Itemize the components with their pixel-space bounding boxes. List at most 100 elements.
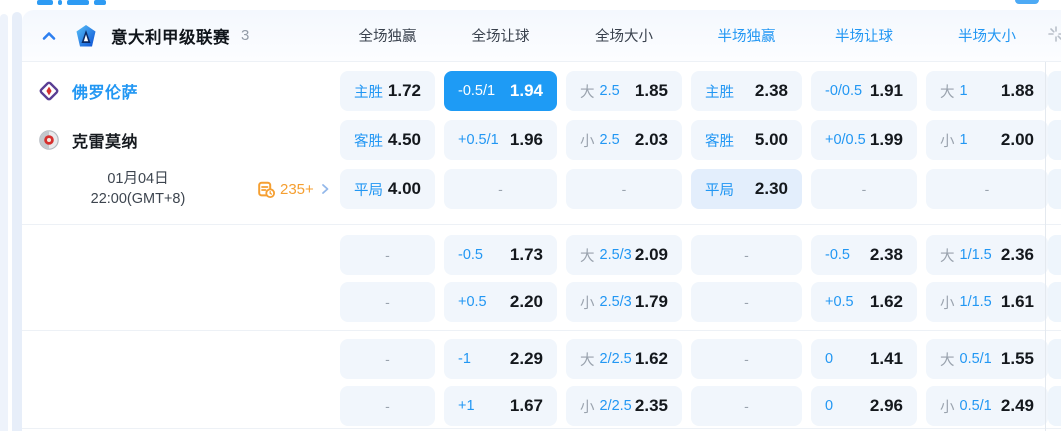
odds-cell[interactable]: +1 1.67	[444, 386, 557, 426]
odds-value: 1.55	[1000, 349, 1034, 368]
odds-cell[interactable]: 主胜 2.38	[691, 71, 802, 111]
clipped-tab-underline	[1015, 0, 1039, 4]
partial-odds-cell[interactable]	[1048, 386, 1061, 426]
cremonese-badge-icon	[39, 130, 59, 150]
section-divider	[22, 428, 1061, 429]
ou-label: 大 2.5	[580, 81, 620, 102]
partial-settings-icon[interactable]	[1048, 26, 1061, 42]
dash-placeholder: -	[385, 398, 390, 414]
odds-board-card: 意大利甲级联赛 3 全场独赢 全场让球 全场大小 半场独赢 半场让球 半场大小	[22, 10, 1061, 431]
odds-value: 1.73	[509, 245, 543, 264]
odds-value: 2.09	[634, 245, 668, 264]
odds-value: 1.99	[869, 130, 903, 149]
odds-row-alt: - -1 2.29 大 2/2.5 1.62-0 1.41 大 0.5/1 1.55	[22, 339, 1061, 379]
ou-direction-label: 大	[940, 84, 955, 101]
partial-odds-cell[interactable]	[1048, 282, 1061, 322]
ou-direction-label: 小	[940, 399, 955, 416]
odds-cell[interactable]: 主胜 1.72	[340, 71, 435, 111]
markets-count: 235+	[280, 180, 314, 198]
alt-lines-block-1: - -0.5 1.73 大 2.5/3 2.09- -0.5 2.38 大 1/1.5 2.36 -…	[22, 225, 1061, 330]
odds-row-alt: - +1 1.67 小 2/2.5 2.35 - 0 2.96 小 0.5/1 2.49	[22, 386, 1061, 426]
ou-direction-label: 小	[580, 399, 595, 416]
odds-cell[interactable]: 大 2.5 1.85	[566, 71, 682, 111]
odds-value: 2.30	[754, 179, 788, 198]
partial-odds-cell[interactable]	[1048, 235, 1061, 275]
clipped-tab-text	[37, 0, 106, 7]
column-divider	[1045, 62, 1046, 431]
team-name-home: 佛罗伦萨	[72, 85, 139, 102]
odds-cell[interactable]: 0 1.41	[811, 339, 917, 379]
odds-value: 1.88	[1000, 81, 1034, 100]
odds-cell[interactable]: +0.5/1 1.96	[444, 120, 557, 160]
odds-value: 2.29	[509, 349, 543, 368]
ou-label: 大 0.5/1	[940, 349, 992, 370]
odds-cell[interactable]: 小 1 2.00	[926, 120, 1048, 160]
odds-cell-empty: -	[340, 282, 435, 322]
more-markets-button[interactable]: 235+	[258, 181, 331, 198]
odds-cell[interactable]: 小 0.5/1 2.49	[926, 386, 1048, 426]
markets-icon	[258, 181, 275, 198]
dash-placeholder: -	[744, 398, 749, 414]
odds-cell[interactable]: 小 2/2.5 2.35	[566, 386, 682, 426]
column-header-ht-1x2: 半场独赢	[717, 29, 776, 45]
odds-cell[interactable]: 大 2.5/3 2.09	[566, 235, 682, 275]
dash-placeholder: -	[385, 294, 390, 310]
odds-value: 1.61	[1000, 292, 1034, 311]
odds-value: 2.38	[754, 81, 788, 100]
odds-value: 1.79	[634, 292, 668, 311]
odds-cell[interactable]: 大 0.5/1 1.55	[926, 339, 1048, 379]
odds-value: 2.36	[1000, 245, 1034, 264]
odds-cell[interactable]: 小 1/1.5 1.61	[926, 282, 1048, 322]
match-date-day: 01月04日	[107, 171, 169, 187]
odds-value: 5.00	[754, 130, 788, 149]
partial-odds-cell[interactable]	[1048, 71, 1061, 111]
odds-cell[interactable]: 小 2.5/3 1.79	[566, 282, 682, 322]
odds-cell-selected[interactable]: -0.5/1 1.94	[444, 71, 557, 111]
ou-direction-label: 小	[940, 133, 955, 150]
selection-label: +0.5	[825, 294, 854, 310]
serie-a-logo-icon	[76, 24, 96, 46]
odds-cell[interactable]: -0.5 2.38	[811, 235, 917, 275]
scroll-track[interactable]	[12, 12, 22, 431]
odds-cell[interactable]: 大 2/2.5 1.62	[566, 339, 682, 379]
selection-label: 平局	[354, 182, 383, 199]
dash-placeholder: -	[385, 351, 390, 367]
ou-direction-label: 大	[580, 84, 595, 101]
odds-value: 2.38	[869, 245, 903, 264]
odds-cell[interactable]: +0.5 2.20	[444, 282, 557, 322]
odds-cell[interactable]: 0 2.96	[811, 386, 917, 426]
odds-cell[interactable]: 大 1/1.5 2.36	[926, 235, 1048, 275]
ou-label: 大 2/2.5	[580, 349, 632, 370]
ou-line-value: 2.5/3	[599, 294, 632, 310]
league-name: 意大利甲级联赛	[111, 28, 230, 47]
odds-cell[interactable]: 客胜 4.50	[340, 120, 435, 160]
chevron-up-icon[interactable]	[40, 27, 58, 45]
odds-cell[interactable]: 平局 4.00	[340, 169, 435, 209]
odds-value: 1.41	[869, 349, 903, 368]
ou-label: 小1	[940, 130, 968, 151]
selection-label: +0.5/1	[458, 132, 499, 148]
odds-cell[interactable]: -0.5 1.73	[444, 235, 557, 275]
odds-cell[interactable]: 小 2.5 2.03	[566, 120, 682, 160]
odds-cell[interactable]: 平局 2.30	[691, 169, 802, 209]
partial-odds-cell[interactable]	[1048, 169, 1061, 209]
selection-label: 0	[825, 351, 834, 367]
dash-placeholder: -	[744, 294, 749, 310]
odds-cell-empty: -	[566, 169, 682, 209]
odds-cell-empty: -	[340, 339, 435, 379]
partial-odds-cell[interactable]	[1048, 339, 1061, 379]
odds-cell[interactable]: +0.5 1.62	[811, 282, 917, 322]
odds-value: 1.62	[869, 292, 903, 311]
partial-odds-cell[interactable]	[1048, 120, 1061, 160]
odds-cell[interactable]: 客胜 5.00	[691, 120, 802, 160]
odds-cell[interactable]: -0/0.5 1.91	[811, 71, 917, 111]
odds-cell-empty: -	[691, 339, 802, 379]
odds-cell[interactable]: +0/0.5 1.99	[811, 120, 917, 160]
ou-label: 大 2.5/3	[580, 245, 632, 266]
dash-placeholder: -	[385, 247, 390, 263]
page-gutter	[0, 14, 8, 431]
odds-cell[interactable]: 大 1 1.88	[926, 71, 1048, 111]
odds-cell[interactable]: -1 2.29	[444, 339, 557, 379]
selection-label: +1	[458, 398, 475, 414]
column-header-ht-handicap: 半场让球	[835, 29, 893, 45]
